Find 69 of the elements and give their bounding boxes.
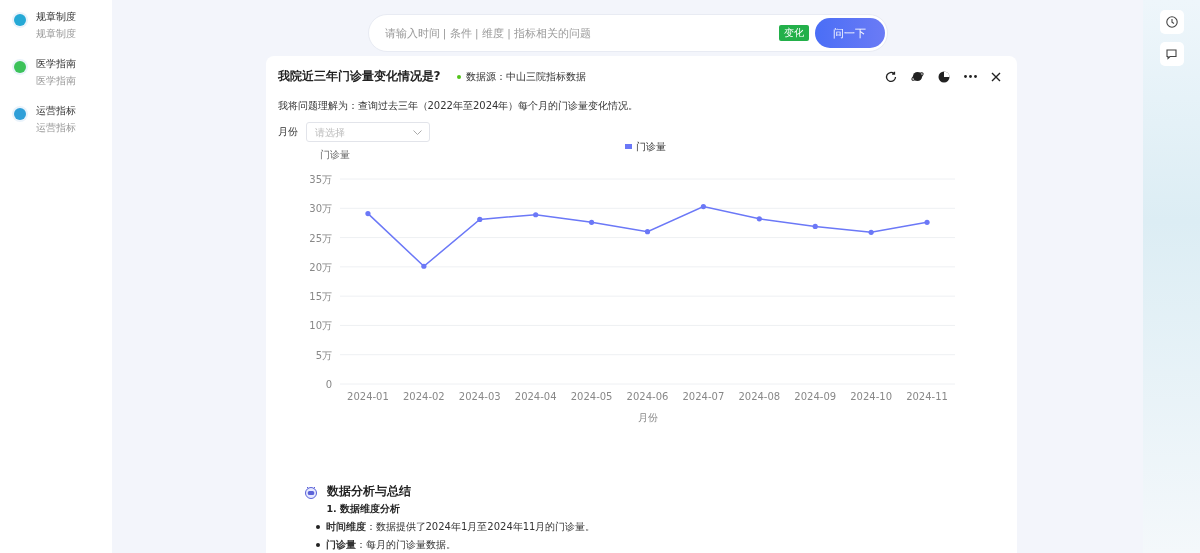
- tick-label: 2024-02: [402, 391, 445, 402]
- data-point: [420, 263, 426, 269]
- item-subtitle: 规章制度: [36, 27, 76, 41]
- tick-label: 2024-09: [793, 391, 836, 402]
- chat-button[interactable]: [1159, 42, 1184, 66]
- tag: 变化: [778, 25, 809, 41]
- pie-chart-icon[interactable]: [937, 70, 950, 83]
- data-point: [476, 216, 482, 222]
- sidebar-item[interactable]: 规章制度 规章制度: [0, 10, 112, 41]
- tick-label: 2024-11: [905, 391, 948, 402]
- month-select[interactable]: 请选择: [305, 122, 430, 142]
- tick-label: 0: [325, 379, 332, 390]
- tick-label: 25万: [308, 232, 332, 244]
- item-title: 医学指南: [36, 57, 76, 71]
- tick-label: 15万: [308, 291, 332, 303]
- close-icon[interactable]: [990, 71, 1001, 82]
- legend-marker: [624, 144, 632, 149]
- data-point: [756, 216, 762, 222]
- item-subtitle: 运营指标: [36, 121, 76, 135]
- data-point: [364, 210, 371, 217]
- tick-label: 2024-08: [737, 391, 780, 402]
- data-point: [700, 203, 706, 210]
- chevron-down-icon: [412, 130, 422, 135]
- search-field[interactable]: 请输入时间 | 条件 | 维度 | 指标相关的问题 变化 问一下: [367, 14, 888, 52]
- tick-label: 2024-04: [514, 391, 557, 402]
- tick-label: 2024-01: [346, 391, 389, 402]
- axis-title: 月份: [637, 412, 657, 423]
- chat-bubble-icon: [1165, 48, 1178, 60]
- data-point: [644, 229, 650, 235]
- tick-label: 30万: [308, 203, 332, 215]
- data-source: 数据源：中山三院指标数据: [466, 69, 587, 84]
- understanding-text: 我将问题理解为：查询过去三年（2022年至2024年）每个月的门诊量变化情况。: [277, 99, 640, 113]
- data-point: [532, 212, 538, 218]
- item-subtitle: 医学指南: [36, 74, 76, 88]
- tick-label: 2024-07: [682, 391, 724, 402]
- sidebar-item[interactable]: 医学指南 医学指南: [0, 57, 112, 88]
- data-point: [812, 223, 818, 230]
- data-point: [588, 219, 594, 225]
- axis-title: 门诊量: [319, 149, 350, 160]
- section-subtitle: 1. 数据维度分析: [326, 503, 402, 516]
- sidebar-item[interactable]: 运营指标 运营指标: [0, 104, 112, 135]
- bullet-text: 时间维度：数据提供了2024年1月至2024年11月的门诊量。: [325, 520, 596, 534]
- card-title: 我院近三年门诊量变化情况是?: [277, 68, 441, 85]
- tick-label: 35万: [308, 174, 332, 185]
- item-title: 运营指标: [36, 104, 76, 118]
- planet-icon[interactable]: [910, 70, 924, 83]
- item-title: 规章制度: [36, 10, 76, 24]
- ask-button[interactable]: 问一下: [814, 18, 885, 48]
- tick-label: 2024-06: [626, 391, 668, 402]
- history-button[interactable]: [1159, 10, 1184, 34]
- refresh-icon[interactable]: [884, 70, 897, 83]
- legend-label: 门诊量: [635, 141, 666, 152]
- clock-icon: [1165, 16, 1178, 28]
- tick-label: 2024-05: [570, 391, 612, 402]
- status-dot-icon: [457, 74, 462, 79]
- section-title: 数据分析与总结: [326, 484, 411, 499]
- robot-icon: [303, 484, 318, 499]
- filter-label: 月份: [277, 125, 298, 139]
- tick-label: 2024-10: [849, 391, 892, 402]
- data-point: [923, 219, 930, 225]
- bullet-text: 门诊量：每月的门诊量数据。: [325, 538, 456, 552]
- bullet-icon: [315, 543, 320, 547]
- bullet-icon: [315, 525, 320, 529]
- more-icon[interactable]: [963, 75, 977, 78]
- tick-label: 20万: [308, 261, 332, 273]
- tick-label: 10万: [308, 320, 332, 332]
- tick-label: 5万: [315, 349, 332, 361]
- tick-label: 2024-03: [458, 391, 501, 402]
- data-point: [868, 229, 874, 235]
